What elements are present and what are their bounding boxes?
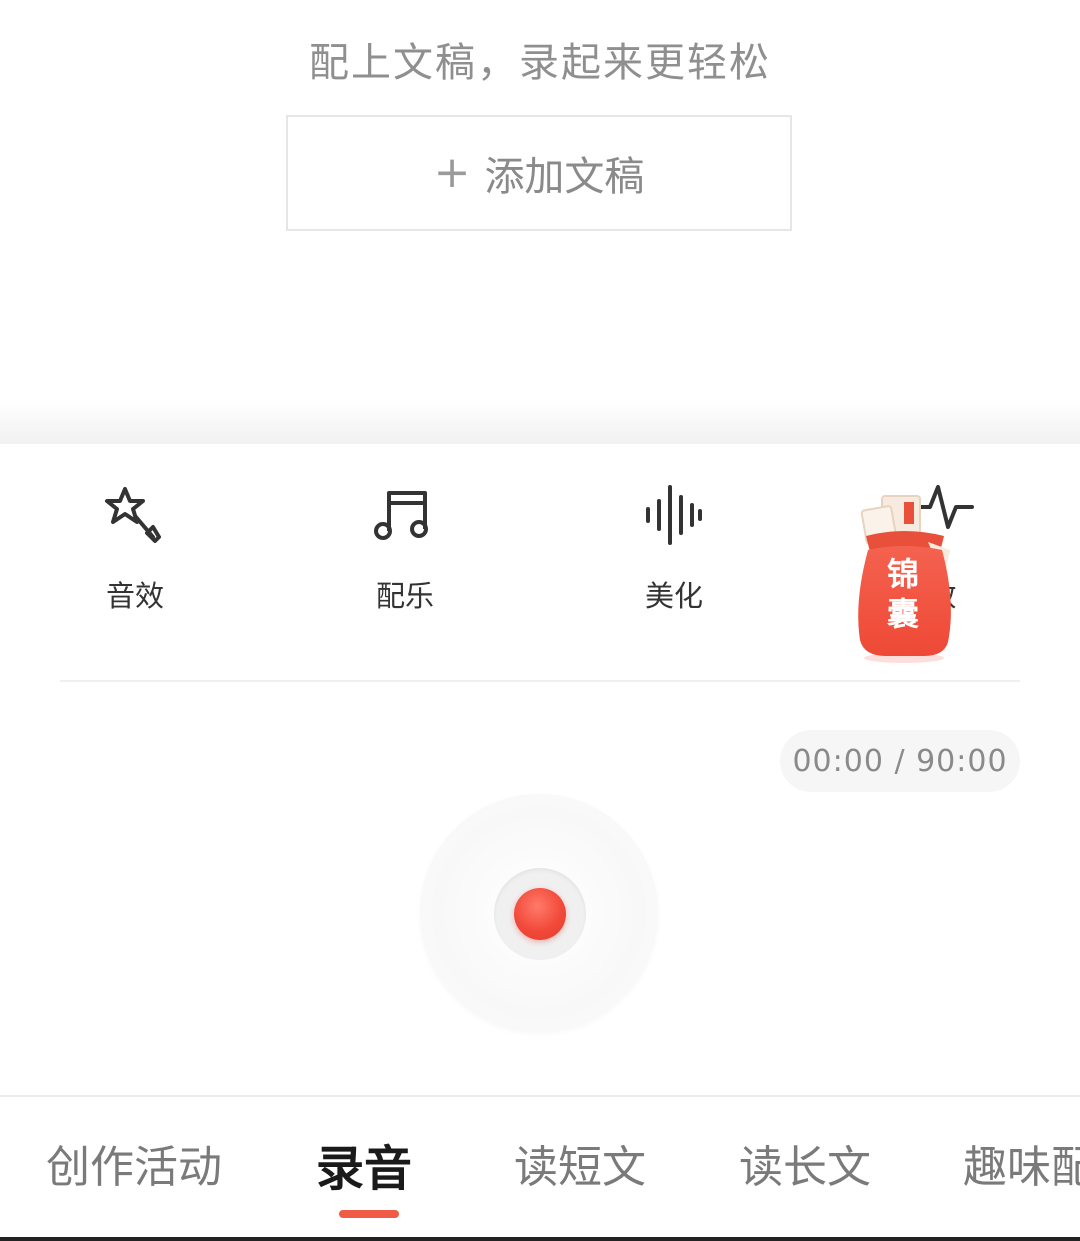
add-script-button[interactable]: + 添加文稿 [286,115,792,231]
lucky-bag-badge[interactable]: 锦 囊 [852,492,962,664]
sound-wave-icon [642,483,706,551]
lucky-bag-label: 锦 囊 [886,555,919,633]
tool-sound-effects[interactable]: 音效 [65,483,205,613]
section-divider-shadow [0,400,1080,444]
tab-fun-dubbing[interactable]: 趣味配 [963,1131,1080,1195]
tool-label: 音效 [105,579,164,613]
tab-read-long[interactable]: 读长文 [739,1131,871,1195]
bottom-tab-bar: 创作活动 录音 读短文 读长文 趣味配 [0,1095,1080,1241]
recording-screen: 配上文稿，录起来更轻松 + 添加文稿 音效 配乐 美化 锦 囊 00:00 / … [0,0,1080,1241]
recording-timer: 00:00 / 90:00 [780,730,1020,792]
tool-label: 配乐 [375,579,434,613]
add-script-label: 添加文稿 [484,154,645,200]
record-button[interactable] [420,794,658,1032]
tool-label: 美化 [644,579,703,613]
record-button-inner [494,868,586,960]
bottom-edge-line [0,1237,1080,1241]
tool-background-music[interactable]: 配乐 [335,483,475,613]
record-dot-icon [514,888,566,940]
divider [60,680,1020,682]
active-tab-indicator [339,1210,399,1218]
tab-creation-activities[interactable]: 创作活动 [46,1131,222,1195]
magic-wand-icon [103,483,167,551]
script-hint: 配上文稿，录起来更轻松 [309,40,771,86]
music-note-icon [373,483,437,551]
plus-icon: + [433,147,471,198]
tab-recording[interactable]: 录音 [316,1129,412,1199]
tab-read-short[interactable]: 读短文 [514,1131,646,1195]
tool-beautify[interactable]: 美化 [604,483,744,613]
